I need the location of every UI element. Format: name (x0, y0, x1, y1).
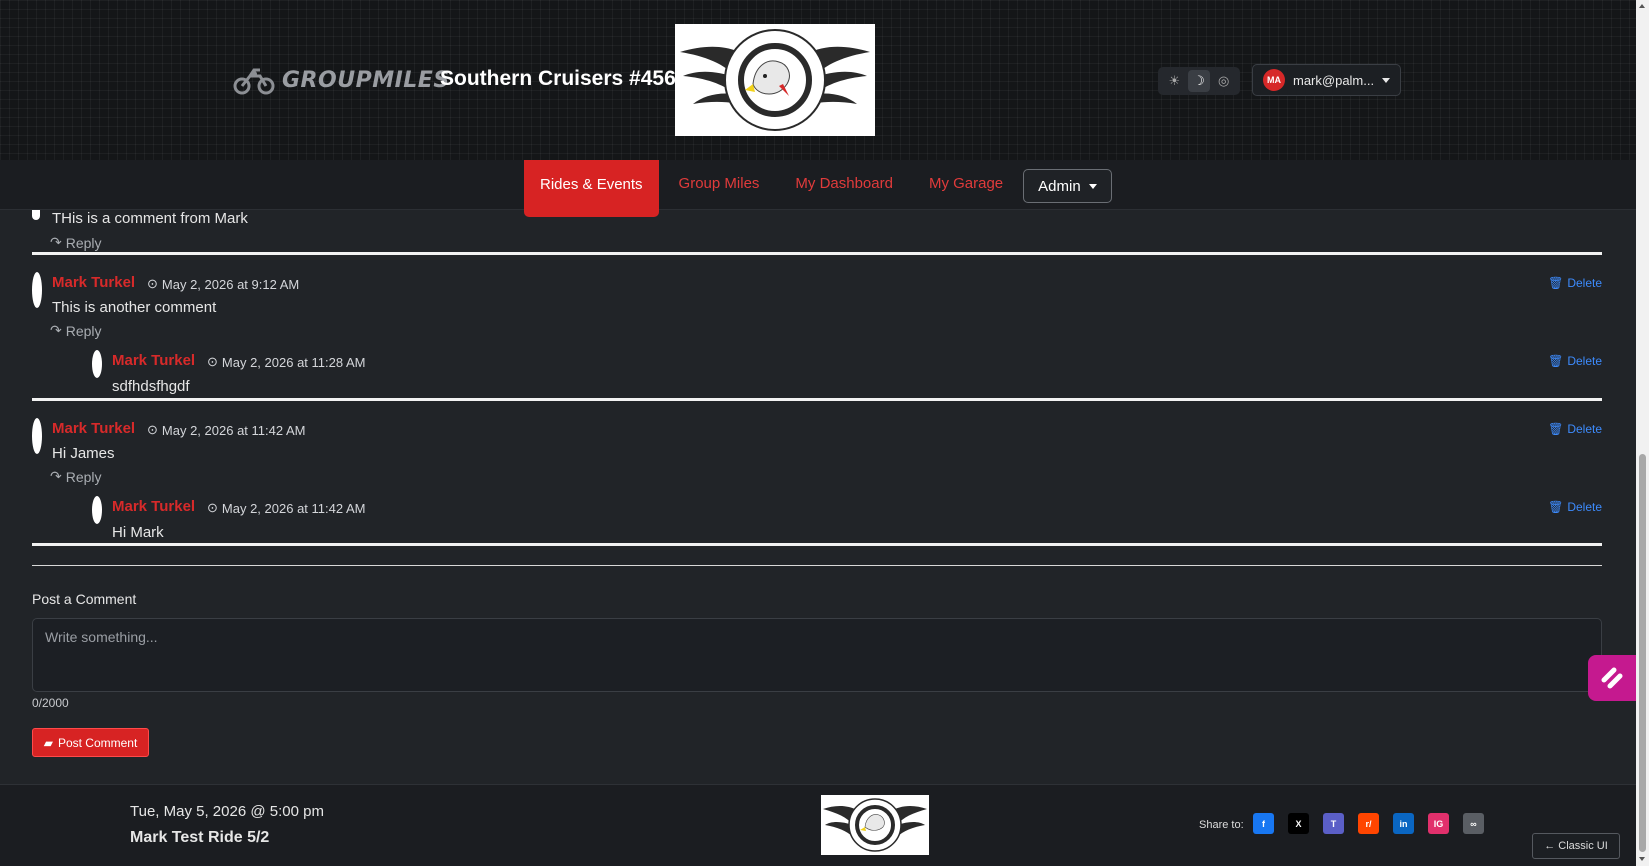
club-logo (821, 795, 929, 855)
clock-icon: ⊙ (147, 422, 158, 437)
chat-widget-icon (1601, 667, 1623, 689)
avatar (92, 350, 102, 378)
feedback-widget-button[interactable] (1588, 655, 1636, 701)
auto-icon[interactable]: ◎ (1213, 70, 1235, 92)
club-logo (675, 24, 875, 136)
comment-timestamp: ⊙ May 2, 2026 at 9:12 AM (147, 276, 300, 292)
delete-button[interactable]: 🗑 Delete (1548, 500, 1602, 514)
ride-footer-bar: Tue, May 5, 2026 @ 5:00 pm Mark Test Rid… (0, 784, 1636, 866)
clock-icon: ⊙ (147, 276, 158, 291)
user-email: mark@palm... (1293, 72, 1374, 88)
club-title: Southern Cruisers #456 (440, 67, 676, 90)
post-comment-button[interactable]: ▰ Post Comment (32, 728, 149, 757)
comment-divider (32, 252, 1602, 255)
linkedin-icon[interactable]: in (1393, 813, 1414, 834)
site-header: GROUPMILES Southern Cruisers #456 ☀ ☽ ◎ … (0, 0, 1636, 160)
delete-button[interactable]: 🗑 Delete (1548, 354, 1602, 368)
brand-name: GROUPMILES (282, 67, 450, 93)
admin-label: Admin (1038, 177, 1081, 195)
comment-timestamp: ⊙ May 2, 2026 at 11:42 AM (207, 500, 366, 516)
user-menu-button[interactable]: MA mark@palm... (1252, 64, 1401, 96)
motorcycle-icon (233, 68, 275, 95)
teams-icon[interactable]: T (1323, 813, 1344, 834)
nav-rides-events[interactable]: Rides & Events (524, 160, 659, 217)
instagram-icon[interactable]: IG (1428, 813, 1449, 834)
avatar (32, 210, 40, 220)
delete-button[interactable]: 🗑 Delete (1548, 422, 1602, 436)
trash-icon: 🗑 (1548, 422, 1564, 436)
comment-author[interactable]: Mark Turkel (52, 420, 135, 437)
comment-icon: ▰ (43, 735, 53, 750)
avatar (32, 272, 42, 308)
moon-icon[interactable]: ☽ (1187, 70, 1210, 92)
reply-button[interactable]: ↷ Reply (50, 468, 102, 485)
comment-text: sdfhdsfhgdf (112, 378, 190, 395)
comment-textarea[interactable] (33, 619, 1601, 691)
comment-author[interactable]: Mark Turkel (52, 274, 135, 291)
avatar: MA (1263, 69, 1285, 91)
main-nav: Rides & Events Group Miles My Dashboard … (0, 160, 1636, 217)
reply-icon: ↷ (50, 234, 62, 250)
comment-textarea-wrapper (32, 618, 1602, 692)
share-icons: f X T r/ in IG ∞ (1253, 813, 1484, 834)
x-icon[interactable]: X (1288, 813, 1309, 834)
chevron-down-icon (1088, 183, 1097, 189)
chevron-down-icon (1382, 77, 1390, 83)
scroll-up-arrow[interactable] (1639, 4, 1645, 8)
comment-divider (32, 543, 1602, 546)
theme-toggle: ☀ ☽ ◎ (1158, 67, 1240, 95)
delete-button[interactable]: 🗑 Delete (1548, 276, 1602, 290)
classic-ui-button[interactable]: ← Classic UI (1532, 833, 1620, 859)
admin-dropdown[interactable]: Admin (1023, 169, 1112, 203)
comment-divider (32, 398, 1602, 401)
char-counter: 0/2000 (32, 696, 69, 710)
clock-icon: ⊙ (207, 500, 218, 515)
nav-my-dashboard[interactable]: My Dashboard (777, 160, 911, 208)
comment-text: THis is a comment from Mark (52, 210, 248, 227)
avatar (32, 418, 42, 454)
nav-group-miles[interactable]: Group Miles (661, 160, 778, 208)
page-scrollbar[interactable] (1636, 0, 1649, 866)
comment-author[interactable]: Mark Turkel (112, 352, 195, 369)
share-label: Share to: (1199, 819, 1244, 831)
scroll-thumb[interactable] (1639, 454, 1646, 852)
clock-icon: ⊙ (207, 354, 218, 369)
reply-button[interactable]: ↷ Reply (50, 322, 102, 339)
ride-date: Tue, May 5, 2026 @ 5:00 pm (130, 803, 324, 820)
trash-icon: 🗑 (1548, 354, 1564, 368)
reply-button[interactable]: ↷ Reply (50, 234, 102, 251)
comment-text: This is another comment (52, 299, 217, 316)
trash-icon: 🗑 (1548, 500, 1564, 514)
avatar (92, 496, 102, 524)
facebook-icon[interactable]: f (1253, 813, 1274, 834)
comment-text: Hi Mark (112, 524, 164, 541)
post-comment-heading: Post a Comment (32, 591, 137, 607)
reddit-icon[interactable]: r/ (1358, 813, 1379, 834)
ride-title: Mark Test Ride 5/2 (130, 829, 270, 846)
comment-timestamp: ⊙ May 2, 2026 at 11:28 AM (207, 354, 366, 370)
comment-text: Hi James (52, 445, 115, 462)
section-divider (32, 565, 1602, 566)
copy-link-icon[interactable]: ∞ (1463, 813, 1484, 834)
comment-author[interactable]: Mark Turkel (112, 498, 195, 515)
nav-my-garage[interactable]: My Garage (911, 160, 1021, 208)
sun-icon[interactable]: ☀ (1163, 70, 1185, 92)
scroll-down-arrow[interactable] (1639, 857, 1645, 861)
groupmiles-brand[interactable]: GROUPMILES (232, 64, 450, 96)
reply-icon: ↷ (50, 468, 62, 484)
comment-timestamp: ⊙ May 2, 2026 at 11:42 AM (147, 422, 306, 438)
reply-icon: ↷ (50, 322, 62, 338)
trash-icon: 🗑 (1548, 276, 1564, 290)
